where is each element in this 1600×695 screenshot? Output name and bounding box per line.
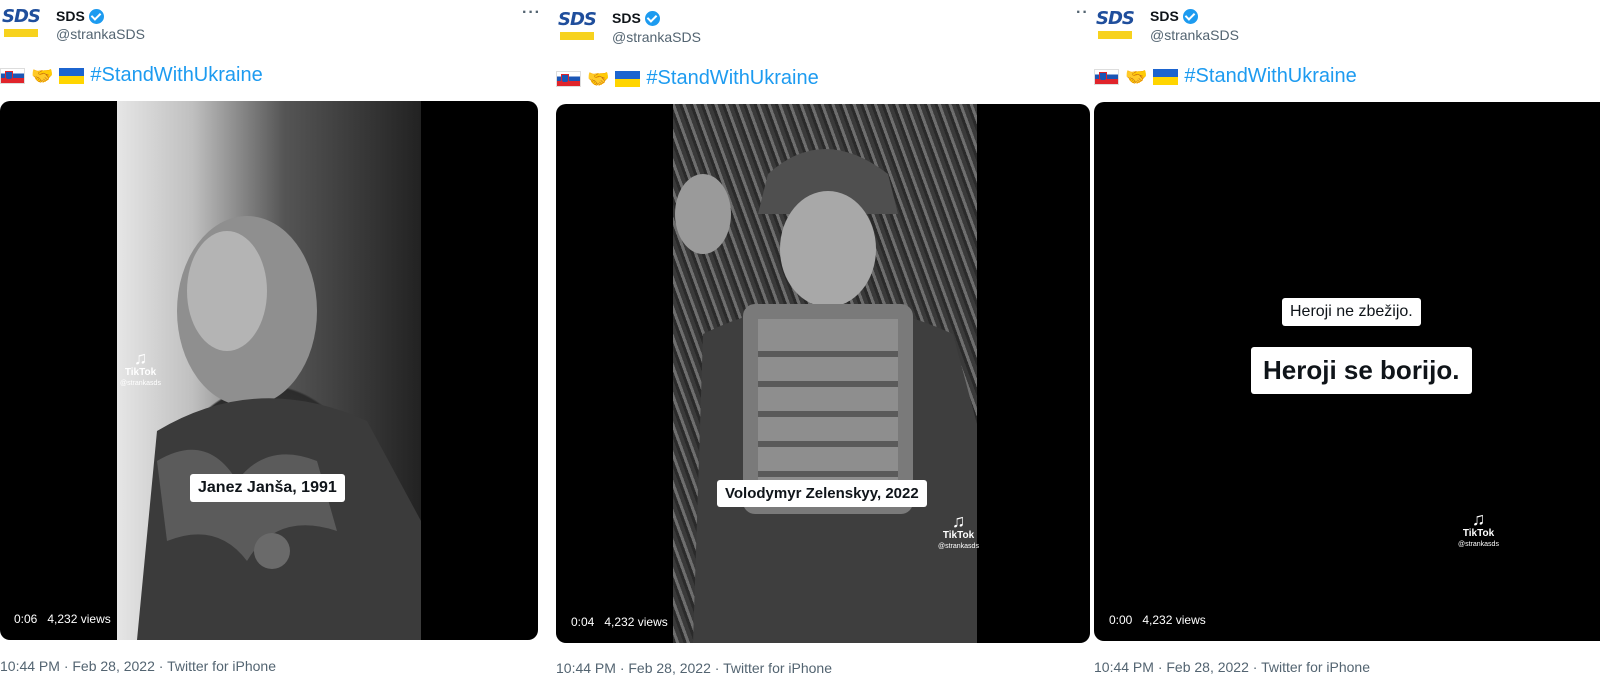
tweet-footer: 10:44 PM · Feb 28, 2022 · Twitter for iP… bbox=[1094, 659, 1371, 675]
tweet-text: 🤝 #StandWithUkraine bbox=[556, 67, 819, 90]
author-name[interactable]: SDS bbox=[1150, 8, 1198, 24]
video-time: 0:04 bbox=[571, 615, 595, 629]
tweet-1: SDS SDS @strankaSDS 🤝 #StandWithUkraine … bbox=[0, 0, 550, 695]
video-time: 0:00 bbox=[1109, 613, 1133, 627]
video-caption-top: Heroji ne zbežijo. bbox=[1282, 298, 1421, 326]
slovenia-flag-icon bbox=[0, 67, 25, 84]
avatar-logo-bar bbox=[1098, 31, 1132, 39]
verified-badge-icon bbox=[644, 10, 660, 26]
author-name[interactable]: SDS bbox=[56, 8, 104, 24]
tiktok-icon: ♫ bbox=[133, 348, 148, 368]
tweet-footer: 10:44 PM · Feb 28, 2022 · Twitter for iP… bbox=[556, 660, 833, 676]
video-player[interactable]: ♫ TikTok @strankasds Janez Janša, 1991 0… bbox=[0, 101, 538, 640]
tweet-text: 🤝 #StandWithUkraine bbox=[1094, 65, 1357, 88]
tiktok-user: @strankasds bbox=[1458, 541, 1499, 548]
more-options-icon[interactable]: ··· bbox=[522, 4, 541, 22]
tiktok-icon: ♫ bbox=[951, 511, 966, 531]
author-name[interactable]: SDS bbox=[612, 10, 660, 26]
author-handle[interactable]: @strankaSDS bbox=[612, 29, 701, 45]
tiktok-user: @strankasds bbox=[120, 380, 161, 387]
tweet-3: SDS SDS @strankaSDS 🤝 #StandWithUkraine … bbox=[1094, 0, 1600, 695]
avatar-logo-text: SDS bbox=[558, 9, 597, 30]
soldier-silhouette bbox=[137, 216, 421, 640]
author-name-text: SDS bbox=[56, 8, 85, 24]
slovenia-flag-icon bbox=[1094, 68, 1119, 85]
avatar-logo-text: SDS bbox=[2, 6, 41, 27]
tiktok-label: TikTok bbox=[124, 367, 157, 378]
more-options-icon[interactable]: ·· bbox=[1076, 4, 1089, 22]
tiktok-watermark: ♫ TikTok @strankasds bbox=[1458, 510, 1499, 550]
author-handle[interactable]: @strankaSDS bbox=[1150, 27, 1239, 43]
tweet-footer: 10:44 PM · Feb 28, 2022 · Twitter for iP… bbox=[0, 658, 277, 674]
tweet-2: SDS SDS @strankaSDS 🤝 #StandWithUkraine … bbox=[556, 0, 1096, 695]
tiktok-watermark: ♫ TikTok @strankasds bbox=[938, 512, 979, 552]
verified-badge-icon bbox=[1182, 8, 1198, 24]
video-meta: 0:06 4,232 views bbox=[14, 612, 111, 626]
video-frame-photo bbox=[673, 104, 977, 643]
verified-badge-icon bbox=[88, 8, 104, 24]
video-frame-photo bbox=[117, 101, 421, 640]
author-name-text: SDS bbox=[612, 10, 641, 26]
ukraine-flag-icon bbox=[1153, 68, 1179, 85]
slovenia-flag-icon bbox=[556, 70, 581, 87]
tiktok-watermark: ♫ TikTok @strankasds bbox=[120, 349, 161, 389]
video-views: 4,232 views bbox=[604, 615, 668, 629]
ukraine-flag-icon bbox=[59, 67, 85, 84]
hashtag-link[interactable]: #StandWithUkraine bbox=[1184, 65, 1356, 88]
author-name-text: SDS bbox=[1150, 8, 1179, 24]
video-views: 4,232 views bbox=[47, 612, 111, 626]
video-player[interactable]: ♫ TikTok @strankasds Volodymyr Zelenskyy… bbox=[556, 104, 1090, 643]
avatar-logo-text: SDS bbox=[1096, 8, 1135, 29]
handshake-icon: 🤝 bbox=[1125, 66, 1148, 87]
author-handle[interactable]: @strankaSDS bbox=[56, 26, 145, 42]
video-caption: Janez Janša, 1991 bbox=[190, 474, 345, 502]
hashtag-link[interactable]: #StandWithUkraine bbox=[646, 67, 818, 90]
video-meta: 0:00 4,232 views bbox=[1109, 613, 1206, 627]
handshake-icon: 🤝 bbox=[587, 68, 610, 89]
tweet-text: 🤝 #StandWithUkraine bbox=[0, 64, 263, 87]
video-views: 4,232 views bbox=[1142, 613, 1206, 627]
avatar[interactable]: SDS bbox=[558, 11, 598, 45]
tiktok-label: TikTok bbox=[1462, 528, 1495, 539]
ukraine-flag-icon bbox=[615, 70, 641, 87]
video-caption-main: Heroji se borijo. bbox=[1251, 347, 1472, 394]
video-time: 0:06 bbox=[14, 612, 38, 626]
avatar[interactable]: SDS bbox=[2, 8, 42, 42]
video-caption: Volodymyr Zelenskyy, 2022 bbox=[717, 480, 927, 507]
video-meta: 0:04 4,232 views bbox=[571, 615, 668, 629]
avatar-logo-bar bbox=[560, 32, 594, 40]
tiktok-label: TikTok bbox=[942, 530, 975, 541]
soldier-silhouette bbox=[675, 149, 977, 643]
hashtag-link[interactable]: #StandWithUkraine bbox=[90, 64, 262, 87]
tiktok-user: @strankasds bbox=[938, 543, 979, 550]
avatar[interactable]: SDS bbox=[1096, 10, 1136, 44]
handshake-icon: 🤝 bbox=[31, 65, 54, 86]
video-player[interactable]: Heroji ne zbežijo. Heroji se borijo. ♫ T… bbox=[1094, 102, 1600, 641]
tiktok-icon: ♫ bbox=[1471, 509, 1486, 529]
avatar-logo-bar bbox=[4, 29, 38, 37]
